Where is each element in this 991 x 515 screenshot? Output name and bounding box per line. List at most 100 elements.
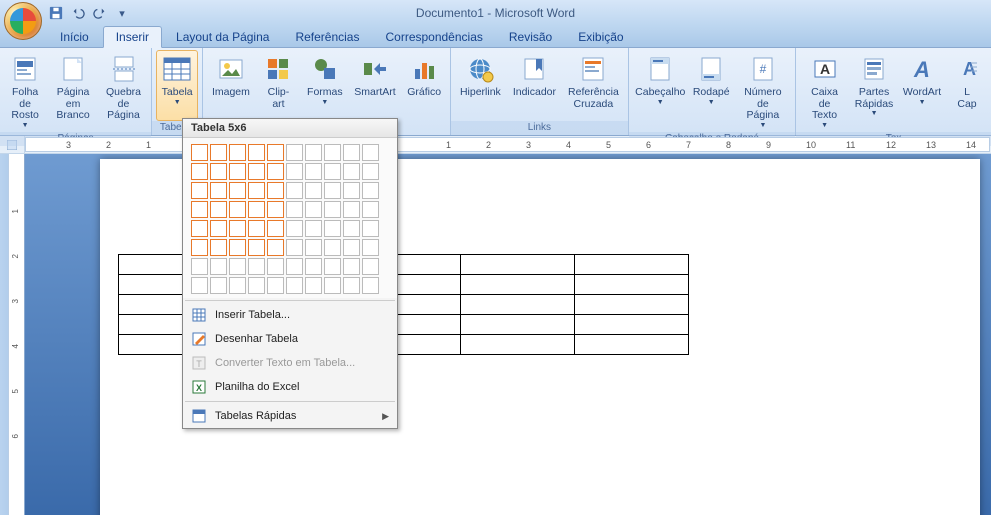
grid-cell[interactable] (343, 220, 360, 237)
clipart-button[interactable]: Clip-art (257, 50, 301, 121)
grid-cell[interactable] (305, 201, 322, 218)
desenhar-tabela-item[interactable]: Desenhar Tabela (183, 327, 397, 351)
grid-cell[interactable] (229, 239, 246, 256)
grid-cell[interactable] (191, 201, 208, 218)
grid-cell[interactable] (343, 201, 360, 218)
grid-cell[interactable] (362, 277, 379, 294)
grid-cell[interactable] (324, 163, 341, 180)
grid-cell[interactable] (191, 277, 208, 294)
grid-cell[interactable] (229, 277, 246, 294)
ref-cruzada-button[interactable]: ReferênciaCruzada (563, 50, 624, 121)
inserir-tabela-item[interactable]: Inserir Tabela... (183, 303, 397, 327)
grafico-button[interactable]: Gráfico (402, 50, 446, 121)
grid-cell[interactable] (267, 220, 284, 237)
grid-cell[interactable] (343, 163, 360, 180)
letra-capitular-button[interactable]: A LCap (947, 50, 987, 132)
grid-cell[interactable] (229, 201, 246, 218)
grid-cell[interactable] (210, 258, 227, 275)
grid-cell[interactable] (286, 220, 303, 237)
grid-cell[interactable] (267, 239, 284, 256)
cabecalho-button[interactable]: Cabeçalho ▼ (633, 50, 688, 132)
grid-cell[interactable] (248, 220, 265, 237)
save-icon[interactable] (48, 5, 64, 21)
table-size-grid[interactable] (183, 138, 397, 298)
grid-cell[interactable] (286, 277, 303, 294)
grid-cell[interactable] (305, 163, 322, 180)
grid-cell[interactable] (191, 163, 208, 180)
grid-cell[interactable] (210, 220, 227, 237)
grid-cell[interactable] (324, 277, 341, 294)
grid-cell[interactable] (343, 277, 360, 294)
grid-cell[interactable] (191, 182, 208, 199)
grid-cell[interactable] (267, 144, 284, 161)
grid-cell[interactable] (248, 163, 265, 180)
tab-revisao[interactable]: Revisão (497, 27, 564, 47)
tab-layout[interactable]: Layout da Página (164, 27, 281, 47)
grid-cell[interactable] (191, 220, 208, 237)
hiperlink-button[interactable]: Hiperlink (455, 50, 506, 121)
grid-cell[interactable] (286, 182, 303, 199)
grid-cell[interactable] (191, 239, 208, 256)
grid-cell[interactable] (210, 163, 227, 180)
undo-icon[interactable] (70, 5, 86, 21)
grid-cell[interactable] (248, 239, 265, 256)
grid-cell[interactable] (191, 258, 208, 275)
grid-cell[interactable] (362, 239, 379, 256)
grid-cell[interactable] (248, 277, 265, 294)
grid-cell[interactable] (343, 239, 360, 256)
grid-cell[interactable] (210, 144, 227, 161)
grid-cell[interactable] (324, 220, 341, 237)
formas-button[interactable]: Formas ▼ (302, 50, 347, 121)
grid-cell[interactable] (229, 144, 246, 161)
grid-cell[interactable] (324, 144, 341, 161)
office-button[interactable] (4, 2, 42, 40)
grid-cell[interactable] (267, 258, 284, 275)
grid-cell[interactable] (229, 220, 246, 237)
grid-cell[interactable] (324, 201, 341, 218)
grid-cell[interactable] (248, 144, 265, 161)
redo-icon[interactable] (92, 5, 108, 21)
qat-more-icon[interactable]: ▾ (114, 5, 130, 21)
grid-cell[interactable] (362, 220, 379, 237)
folha-rosto-button[interactable]: Folha deRosto ▼ (4, 50, 46, 132)
grid-cell[interactable] (286, 239, 303, 256)
pagina-branco-button[interactable]: Página emBranco (48, 50, 98, 132)
grid-cell[interactable] (267, 163, 284, 180)
grid-cell[interactable] (267, 182, 284, 199)
grid-cell[interactable] (343, 258, 360, 275)
grid-cell[interactable] (248, 182, 265, 199)
quebra-pagina-button[interactable]: Quebrade Página (100, 50, 147, 132)
grid-cell[interactable] (324, 182, 341, 199)
imagem-button[interactable]: Imagem (207, 50, 255, 121)
smartart-button[interactable]: SmartArt (349, 50, 400, 121)
tabelas-rapidas-item[interactable]: Tabelas Rápidas ▶ (183, 404, 397, 428)
grid-cell[interactable] (305, 277, 322, 294)
grid-cell[interactable] (191, 144, 208, 161)
horizontal-ruler[interactable]: 123456789101112131415321 (25, 137, 990, 152)
caixa-texto-button[interactable]: A Caixa deTexto ▼ (800, 50, 849, 132)
tab-inicio[interactable]: Início (48, 27, 101, 47)
grid-cell[interactable] (229, 163, 246, 180)
grid-cell[interactable] (286, 163, 303, 180)
tabela-button[interactable]: Tabela ▼ (156, 50, 198, 121)
tab-correspondencias[interactable]: Correspondências (373, 27, 494, 47)
grid-cell[interactable] (267, 201, 284, 218)
grid-cell[interactable] (362, 163, 379, 180)
planilha-excel-item[interactable]: X Planilha do Excel (183, 375, 397, 399)
grid-cell[interactable] (210, 182, 227, 199)
grid-cell[interactable] (305, 239, 322, 256)
grid-cell[interactable] (343, 144, 360, 161)
partes-rapidas-button[interactable]: PartesRápidas ▼ (851, 50, 897, 132)
rodape-button[interactable]: Rodapé ▼ (690, 50, 733, 132)
indicador-button[interactable]: Indicador (508, 50, 561, 121)
grid-cell[interactable] (305, 220, 322, 237)
grid-cell[interactable] (248, 258, 265, 275)
grid-cell[interactable] (324, 258, 341, 275)
grid-cell[interactable] (286, 144, 303, 161)
grid-cell[interactable] (229, 182, 246, 199)
grid-cell[interactable] (305, 258, 322, 275)
grid-cell[interactable] (286, 201, 303, 218)
grid-cell[interactable] (305, 144, 322, 161)
grid-cell[interactable] (248, 201, 265, 218)
grid-cell[interactable] (210, 239, 227, 256)
